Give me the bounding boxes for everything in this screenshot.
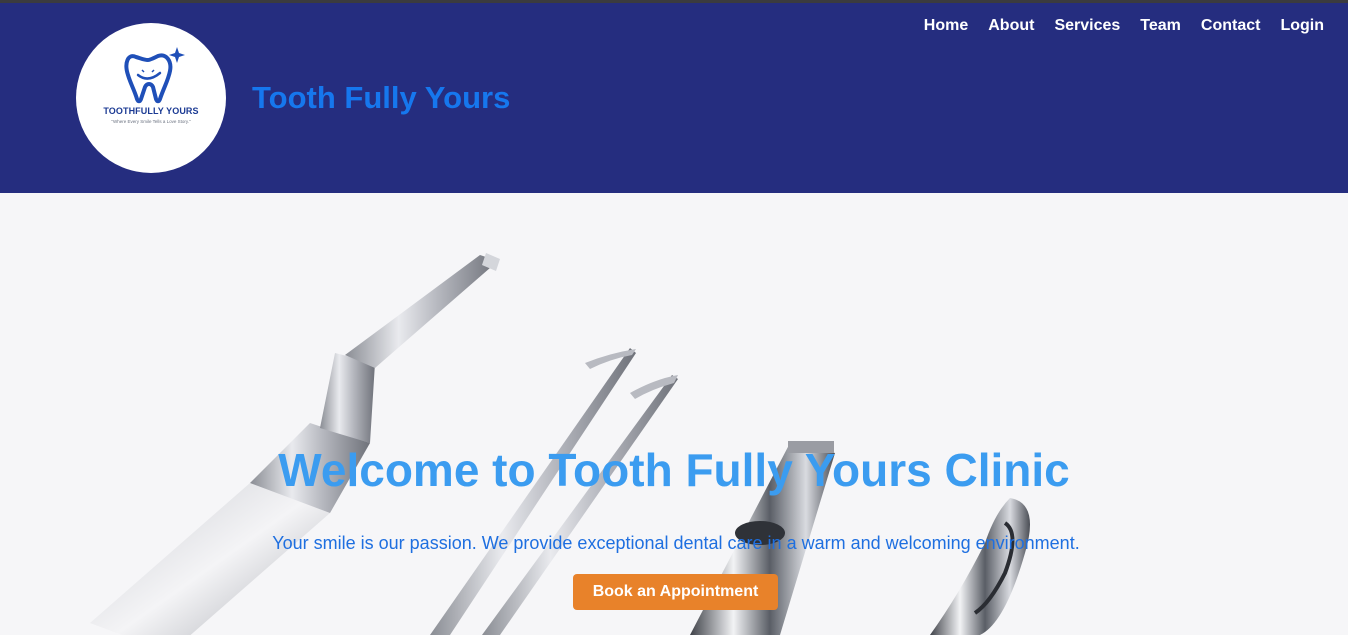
logo[interactable]: TOOTHFULLY YOURS "Where Every Smile Tell… [76,23,226,173]
site-header: TOOTHFULLY YOURS "Where Every Smile Tell… [0,3,1348,193]
nav-login[interactable]: Login [1280,17,1324,35]
nav-services[interactable]: Services [1054,17,1120,35]
book-appointment-button[interactable]: Book an Appointment [573,574,778,610]
logo-name: TOOTHFULLY YOURS [103,106,199,116]
hero-section: Welcome to Tooth Fully Yours Clinic Your… [0,193,1348,635]
sparkle-icon [169,47,185,63]
nav-about[interactable]: About [988,17,1034,35]
dental-tools-background-image [0,193,1348,635]
site-title: Tooth Fully Yours [252,80,511,115]
hero-subtitle: Your smile is our passion. We provide ex… [272,533,1080,553]
nav-home[interactable]: Home [924,17,968,35]
logo-tagline: "Where Every Smile Tells a Love Story." [111,119,191,124]
hero-title: Welcome to Tooth Fully Yours Clinic [278,444,1070,496]
nav-team[interactable]: Team [1140,17,1181,35]
nav-contact[interactable]: Contact [1201,17,1261,35]
tooth-logo-icon [124,47,185,104]
main-nav: Home About Services Team Contact Login [904,17,1324,35]
